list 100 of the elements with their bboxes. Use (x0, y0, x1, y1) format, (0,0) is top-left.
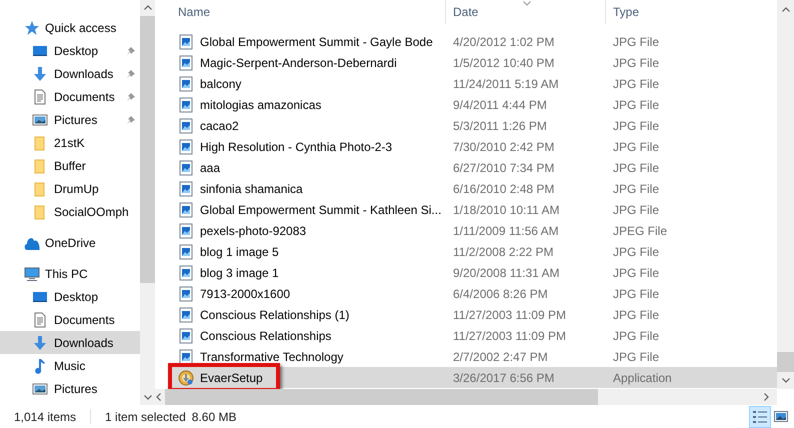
selection-status: 1 item selected (105, 408, 186, 426)
file-date: 6/27/2010 7:34 PM (452, 160, 556, 176)
file-type: JPG File (612, 138, 660, 156)
item-count: 1,014 items (14, 408, 76, 426)
scroll-down-icon[interactable] (782, 378, 790, 383)
scroll-up-icon[interactable] (782, 7, 790, 12)
file-type: JPG File (612, 54, 660, 72)
file-type: Application (612, 370, 672, 386)
star-icon (24, 20, 40, 36)
sidebar-item[interactable]: SocialOOmph (0, 200, 140, 223)
file-name: EvaerSetup (200, 370, 263, 386)
scroll-down-icon[interactable] (144, 395, 152, 400)
document-icon (32, 312, 48, 328)
file-row[interactable]: aaa 6/27/2010 7:34 PM JPG File (170, 157, 777, 178)
file-type: JPG File (612, 286, 660, 302)
scroll-left-icon[interactable] (156, 393, 161, 401)
picture-icon (32, 380, 48, 396)
pin-icon[interactable] (126, 92, 136, 102)
pin-icon[interactable] (126, 68, 136, 78)
file-row[interactable]: balcony 11/24/2011 5:19 AM JPG File (170, 73, 777, 94)
file-row[interactable]: pexels-photo-92083 1/11/2009 11:56 AM JPEG File (170, 220, 777, 241)
sidebar-item[interactable]: Desktop (0, 285, 140, 308)
file-name: blog 1 image 5 (200, 244, 279, 260)
image-file-icon (178, 34, 194, 50)
sidebar-item[interactable]: Buffer (0, 154, 140, 177)
column-header[interactable]: Type (606, 0, 776, 24)
picture-icon (32, 112, 48, 128)
sidebar-item[interactable]: Documents (0, 85, 140, 108)
file-date: 2/7/2002 2:47 PM (452, 348, 549, 366)
sidebar-item[interactable]: OneDrive (0, 231, 140, 254)
file-date: 11/24/2011 5:19 AM (452, 76, 560, 92)
sidebar-item[interactable]: Music (0, 354, 140, 377)
file-row[interactable]: Conscious Relationships (1) 11/27/2003 11:09 PM JPG File (170, 304, 777, 325)
pin-icon[interactable] (126, 46, 136, 56)
image-file-icon (178, 202, 194, 218)
image-file-icon (178, 96, 194, 112)
horizontal-scrollbar[interactable] (155, 389, 777, 405)
scroll-thumb[interactable] (165, 389, 598, 405)
sort-caret-icon (523, 1, 531, 6)
sidebar-item[interactable]: Pictures (0, 377, 140, 400)
file-row[interactable]: blog 3 image 1 9/20/2008 11:31 AM JPG File (170, 262, 777, 283)
file-type: JPG File (612, 34, 660, 50)
sidebar-item[interactable]: DrumUp (0, 177, 140, 200)
image-file-icon (178, 118, 194, 134)
sidebar-item[interactable]: Downloads (0, 62, 140, 85)
file-row[interactable]: Magic-Serpent-Anderson-Debernardi 1/5/2012 10:40 PM JPG File (170, 52, 777, 73)
file-row[interactable]: Conscious Relationships 11/27/2003 11:09 PM JPG File (170, 325, 777, 346)
sidebar-scrollbar[interactable] (140, 0, 155, 405)
file-row[interactable]: Global Empowerment Summit - Gayle Bode 4/20/2012 1:02 PM JPG File (170, 31, 777, 52)
file-date: 1/5/2012 10:40 PM (452, 54, 556, 72)
file-name: Conscious Relationships (200, 328, 332, 344)
scroll-up-icon[interactable] (144, 5, 152, 10)
file-name: High Resolution - Cynthia Photo-2-3 (200, 138, 392, 156)
sidebar-item[interactable]: Downloads (0, 331, 140, 354)
sidebar-item[interactable]: Desktop (0, 39, 140, 62)
selection-size: 8.60 MB (192, 408, 236, 426)
sidebar-item[interactable]: 21stK (0, 131, 140, 154)
scroll-thumb[interactable] (777, 352, 794, 372)
details-view-icon (753, 410, 767, 422)
file-name: cacao2 (200, 118, 239, 134)
file-name: Transformative Technology (200, 348, 344, 366)
file-name: sinfonia shamanica (200, 180, 303, 198)
file-row[interactable]: High Resolution - Cynthia Photo-2-3 7/30/2010 2:42 PM JPG File (170, 136, 777, 157)
sidebar-item[interactable]: Quick access (0, 16, 140, 39)
image-file-icon (178, 160, 194, 176)
list-scrollbar[interactable] (777, 0, 794, 389)
image-file-icon (178, 180, 194, 196)
scroll-thumb[interactable] (140, 16, 155, 283)
column-header[interactable]: Date (446, 0, 606, 24)
thumbnail-view-icon[interactable] (774, 411, 788, 422)
file-date: 6/16/2010 2:48 PM (452, 180, 556, 198)
file-name: Global Empowerment Summit - Gayle Bode (200, 34, 433, 50)
file-row[interactable]: EvaerSetup 3/26/2017 6:56 PM Application (170, 367, 777, 388)
file-name: Conscious Relationships (1) (200, 306, 350, 324)
file-row[interactable]: cacao2 5/3/2011 1:26 PM JPG File (170, 115, 777, 136)
file-type: JPG File (612, 264, 660, 282)
file-date: 4/20/2012 1:02 PM (452, 34, 556, 50)
sidebar-item[interactable]: Documents (0, 308, 140, 331)
image-file-icon (178, 286, 194, 302)
sidebar-item[interactable]: This PC (0, 262, 140, 285)
details-view-button[interactable] (749, 406, 771, 428)
file-row[interactable]: sinfonia shamanica 6/16/2010 2:48 PM JPG File (170, 178, 777, 199)
file-row[interactable]: 7913-2000x1600 6/4/2006 8:26 PM JPG File (170, 283, 777, 304)
download-arrow-icon (32, 66, 48, 82)
scroll-right-icon[interactable] (764, 393, 769, 401)
pin-icon[interactable] (126, 114, 136, 124)
file-row[interactable]: mitologias amazonicas 9/4/2011 4:44 PM JPG File (170, 94, 777, 115)
computer-icon (24, 266, 40, 282)
sidebar-item[interactable]: Pictures (0, 108, 140, 131)
file-type: JPEG File (612, 222, 668, 240)
file-name: Magic-Serpent-Anderson-Debernardi (200, 54, 397, 72)
column-header[interactable]: Name (170, 0, 446, 24)
file-row[interactable]: Transformative Technology 2/7/2002 2:47 PM JPG File (170, 346, 777, 367)
file-name: Global Empowerment Summit - Kathleen Si... (200, 202, 442, 218)
file-type: JPG File (612, 244, 660, 260)
file-name: pexels-photo-92083 (200, 222, 306, 240)
image-file-icon (178, 244, 194, 260)
file-row[interactable]: Global Empowerment Summit - Kathleen Si... 1/18/2010 10:11 AM JPG File (170, 199, 777, 220)
file-type: JPG File (612, 306, 660, 324)
file-row[interactable]: blog 1 image 5 11/2/2008 2:22 PM JPG File (170, 241, 777, 262)
